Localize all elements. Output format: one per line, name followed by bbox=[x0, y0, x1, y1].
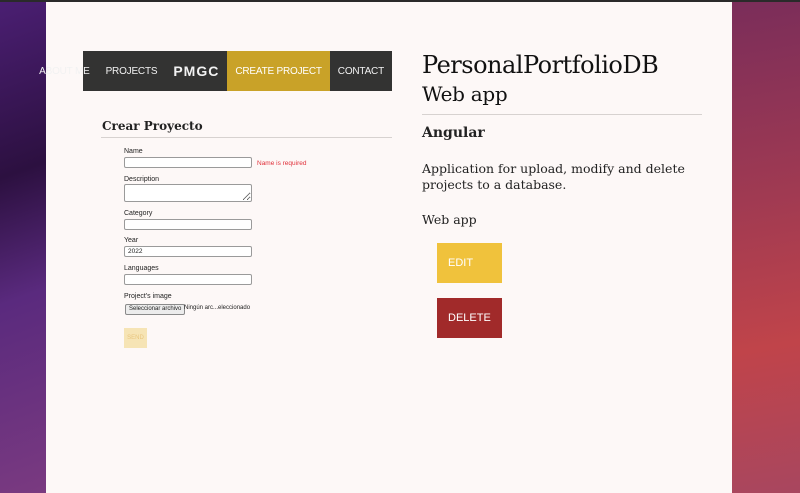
project-technology: Angular bbox=[422, 125, 485, 141]
delete-button[interactable]: DELETE bbox=[437, 298, 502, 338]
description-label: Description bbox=[124, 176, 160, 183]
project-description: Application for upload, modify and delet… bbox=[422, 161, 685, 192]
category-label: Category bbox=[124, 210, 153, 217]
year-input[interactable] bbox=[124, 246, 252, 257]
year-label: Year bbox=[124, 237, 139, 244]
description-textarea[interactable] bbox=[124, 184, 252, 202]
languages-input[interactable] bbox=[124, 274, 252, 285]
category-input[interactable] bbox=[124, 219, 252, 230]
project-title: PersonalPortfolioDB bbox=[422, 51, 659, 79]
detail-divider bbox=[422, 114, 702, 115]
nav-projects[interactable]: PROJECTS bbox=[98, 51, 166, 91]
nav-logo[interactable]: PMGC bbox=[165, 51, 227, 91]
nav-about-me[interactable]: ABOUT ME bbox=[31, 51, 97, 91]
edit-button[interactable]: EDIT bbox=[437, 243, 502, 283]
send-button[interactable]: SEND bbox=[124, 328, 147, 348]
page-container: ABOUT ME PROJECTS PMGC CREATE PROJECT CO… bbox=[39, 2, 732, 493]
form-divider bbox=[101, 137, 392, 138]
languages-label: Languages bbox=[124, 265, 159, 272]
nav-contact[interactable]: CONTACT bbox=[330, 51, 392, 91]
file-status: Ningún arc...eleccionado bbox=[184, 305, 251, 311]
name-label: Name bbox=[124, 148, 143, 155]
project-category: Web app bbox=[422, 212, 477, 227]
form-title: Crear Proyecto bbox=[102, 119, 203, 133]
nav-create-project[interactable]: CREATE PROJECT bbox=[227, 51, 330, 91]
name-error: Name is required bbox=[257, 160, 307, 167]
navbar: ABOUT ME PROJECTS PMGC CREATE PROJECT CO… bbox=[39, 51, 392, 91]
file-select-button[interactable]: Seleccionar archivo bbox=[125, 304, 186, 315]
image-label: Project's image bbox=[124, 293, 172, 300]
name-input[interactable] bbox=[124, 157, 252, 168]
project-subtitle: Web app bbox=[422, 82, 508, 106]
background-right bbox=[732, 0, 800, 493]
